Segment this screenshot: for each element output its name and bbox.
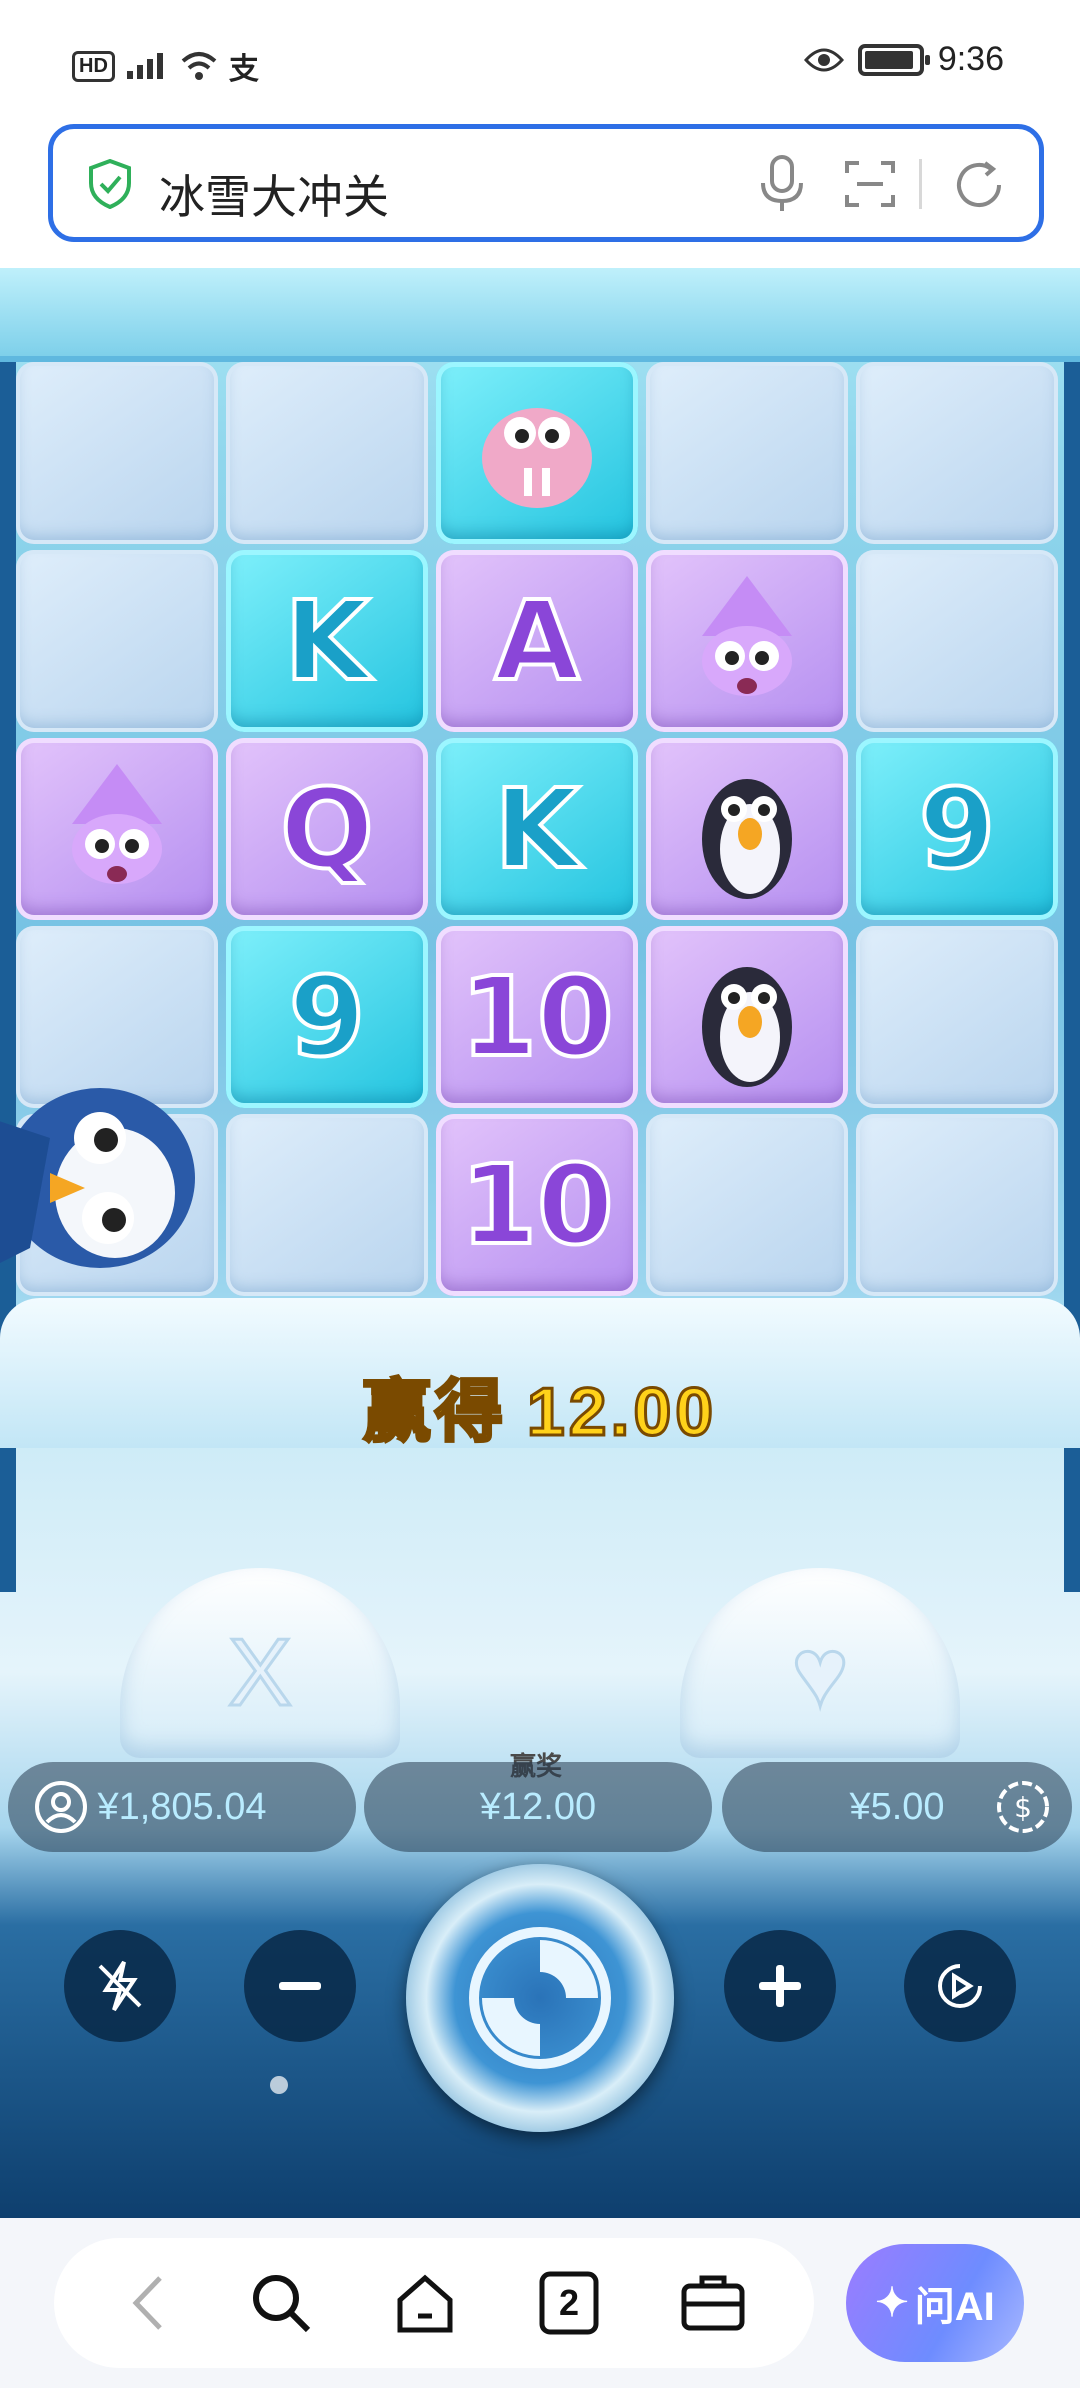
microphone-icon[interactable]	[753, 153, 811, 215]
reel-cell-empty	[646, 1114, 848, 1296]
symbol-letter: Q	[278, 763, 375, 895]
symbol-letter: A	[492, 575, 581, 707]
decrease-bet-button[interactable]	[244, 1930, 356, 2042]
reel-cell-creature	[646, 738, 848, 920]
payment-status-icon: 支	[228, 53, 259, 86]
bottom-nav: 2 ✦ 问AI	[0, 2218, 1080, 2388]
game-canvas[interactable]: KAQK991010 赢得12.00 X ♥ ¥1,805.04	[0, 268, 1080, 2218]
reel-cell-creature	[436, 362, 638, 544]
wallet-user-icon	[35, 1781, 87, 1833]
reel-cell-empty	[856, 550, 1058, 732]
heart-icon: ♥	[790, 1618, 850, 1728]
reel-cell-symbol: 10	[436, 1114, 638, 1296]
penguin-mascot-icon	[0, 1088, 195, 1268]
increase-bet-button[interactable]	[724, 1930, 836, 2042]
balance-value: ¥1,805.04	[97, 1785, 267, 1828]
reel-cell-symbol: 9	[226, 926, 428, 1108]
win-label: 赢得	[361, 1373, 507, 1452]
reel-cell-symbol: 9	[856, 738, 1058, 920]
lightning-off-icon	[98, 1960, 142, 2012]
reel-cell-symbol: A	[436, 550, 638, 732]
spin-button[interactable]	[406, 1864, 674, 2132]
reel-cell-symbol: 10	[436, 926, 638, 1108]
reel-cell-symbol: Q	[226, 738, 428, 920]
briefcase-icon[interactable]	[676, 2266, 750, 2340]
ask-ai-label: 问AI	[914, 2285, 995, 2329]
bet-pill[interactable]: ¥5.00 $	[722, 1762, 1072, 1852]
reel-cell-empty	[856, 926, 1058, 1108]
reel-cell-empty	[226, 1114, 428, 1296]
status-bar: HD 支 9:36	[0, 0, 1080, 120]
win-banner: 赢得 12.00	[0, 1356, 1080, 1455]
reel-cell-symbol: K	[436, 738, 638, 920]
search-icon[interactable]	[244, 2266, 318, 2340]
back-icon[interactable]	[114, 2266, 188, 2340]
squid-icon	[72, 764, 162, 884]
signal-icon	[126, 53, 163, 79]
reel-cell-empty	[16, 362, 218, 544]
reload-icon[interactable]	[949, 155, 1009, 215]
turbo-button[interactable]	[64, 1930, 176, 2042]
coin-settings-icon: $	[997, 1781, 1049, 1833]
penguin-icon	[702, 779, 792, 899]
ice-header	[0, 268, 1080, 362]
page-title: 冰雪大冲关	[159, 171, 389, 223]
igloo-left-symbol: X	[226, 1618, 293, 1728]
autoplay-button[interactable]	[904, 1930, 1016, 2042]
screen: HD 支 9:36 冰雪大冲关 K A Q K 9 9 10 10 赢得 12.…	[0, 0, 1080, 2388]
symbol-letter: K	[282, 575, 371, 707]
bet-value: ¥5.00	[849, 1785, 945, 1828]
svg-text:$: $	[1014, 1791, 1032, 1824]
reel-cell-empty	[856, 1114, 1058, 1296]
reel-cell-symbol: K	[226, 550, 428, 732]
walrus-icon	[482, 408, 592, 508]
autoplay-icon	[938, 1964, 982, 2008]
reel-cell-creature	[16, 738, 218, 920]
tab-count: 2	[558, 2282, 580, 2323]
symbol-letter: 9	[287, 951, 368, 1083]
win-pill: ¥12.00	[364, 1762, 712, 1852]
security-shield-icon	[89, 159, 131, 209]
hd-badge: HD	[72, 50, 115, 82]
reel-cell-creature	[646, 550, 848, 732]
scan-icon[interactable]	[843, 157, 897, 211]
address-bar[interactable]: 冰雪大冲关	[48, 124, 1044, 242]
home-icon[interactable]	[388, 2266, 462, 2340]
clock: 9:36	[937, 40, 1004, 78]
minus-icon	[279, 1982, 321, 1990]
symbol-letter: K	[492, 763, 581, 895]
penguin-icon	[702, 967, 792, 1087]
symbol-letter: 10	[458, 1139, 615, 1271]
ask-ai-button[interactable]: ✦ 问AI	[846, 2244, 1024, 2362]
reel-cell-empty	[16, 550, 218, 732]
eye-icon	[803, 48, 844, 71]
reel-cell-empty	[856, 362, 1058, 544]
win-pill-value: ¥12.00	[479, 1785, 597, 1828]
nav-bar: 2	[54, 2238, 814, 2368]
tabs-button[interactable]: 2	[532, 2266, 606, 2340]
reel-cell-empty	[226, 362, 428, 544]
battery-icon	[857, 43, 930, 76]
win-amount: 12.00	[525, 1373, 718, 1452]
reel-cell-empty	[646, 362, 848, 544]
symbol-letter: 9	[917, 763, 998, 895]
plus-icon	[759, 1965, 801, 2007]
sparkle-icon: ✦	[875, 2281, 909, 2325]
symbol-letter: 10	[458, 951, 615, 1083]
snow-particle	[270, 2076, 288, 2094]
squid-icon	[702, 576, 792, 696]
status-left: HD 支	[72, 44, 259, 88]
reel-cell-creature	[646, 926, 848, 1108]
balance-pill[interactable]: ¥1,805.04	[8, 1762, 356, 1852]
status-right: 9:36	[803, 40, 1004, 79]
igloo-left: X	[120, 1568, 400, 1758]
wifi-icon	[181, 52, 217, 80]
divider	[919, 159, 922, 209]
igloo-right: ♥	[680, 1568, 960, 1758]
spin-icon	[469, 1927, 611, 2069]
